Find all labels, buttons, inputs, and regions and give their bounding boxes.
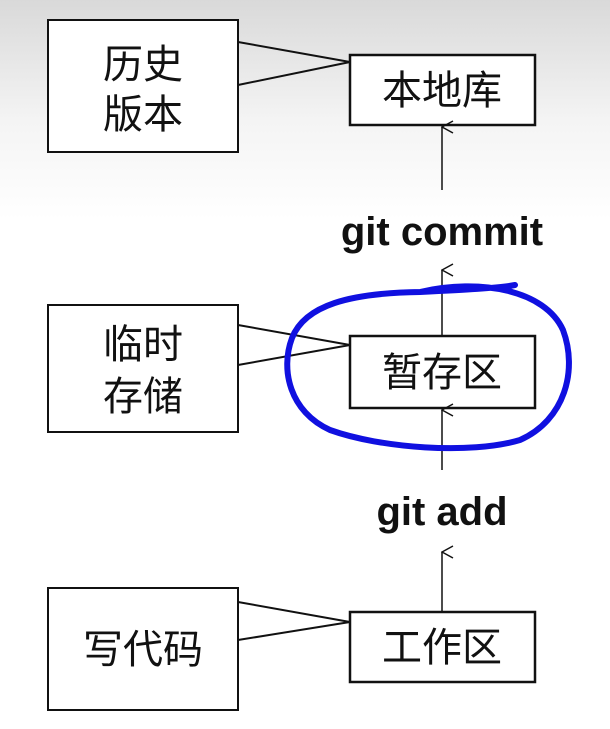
node-workspace-label: 工作区 — [382, 625, 502, 671]
node-local-repo: 本地库 — [348, 53, 537, 127]
git-add-label: git add — [376, 490, 507, 534]
git-workflow-diagram: 历史 版本 临时 存储 写代码 本地库 暂存区 工作区 git commit g… — [47, 19, 572, 711]
note-temp-line2: 存储 — [103, 374, 183, 420]
note-history-line1: 历史 — [103, 42, 183, 88]
node-staging-label: 暂存区 — [382, 350, 502, 396]
note-history-line2: 版本 — [103, 92, 183, 138]
note-temp-line1: 临时 — [103, 322, 183, 368]
node-workspace: 工作区 — [348, 610, 537, 684]
node-local-repo-label: 本地库 — [382, 68, 502, 114]
note-code: 写代码 — [47, 587, 351, 711]
node-staging: 暂存区 — [348, 334, 537, 410]
note-code-text: 写代码 — [83, 627, 203, 673]
git-commit-label: git commit — [341, 210, 543, 254]
note-history: 历史 版本 — [47, 19, 351, 153]
